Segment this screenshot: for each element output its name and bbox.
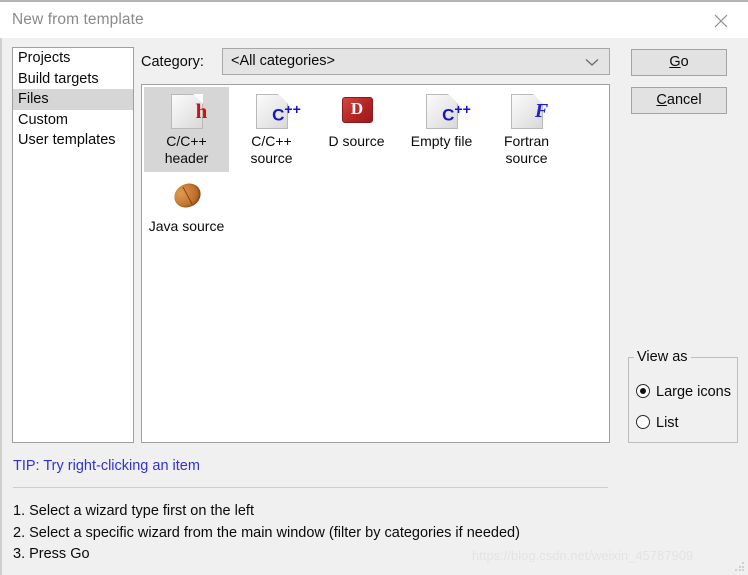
sidebar-item-build-targets[interactable]: Build targets — [13, 69, 133, 90]
fortran-source-file-icon: F — [507, 91, 547, 131]
radio-unselected-icon — [636, 415, 650, 429]
title-bar: New from template — [0, 0, 748, 38]
category-select[interactable]: <All categories> — [222, 48, 610, 75]
instruction-steps: 1. Select a wizard type first on the lef… — [13, 501, 520, 566]
instruction-step-1: 1. Select a wizard type first on the lef… — [13, 501, 520, 523]
sidebar-item-user-templates[interactable]: User templates — [13, 130, 133, 151]
go-button[interactable]: Go — [631, 49, 727, 76]
radio-selected-icon — [636, 384, 650, 398]
cancel-button[interactable]: Cancel — [631, 87, 727, 114]
template-type-list[interactable]: Projects Build targets Files Custom User… — [12, 47, 134, 443]
cpp-source-file-icon: C++ — [252, 91, 292, 131]
instruction-step-2: 2. Select a specific wizard from the mai… — [13, 523, 520, 545]
template-item-c-cpp-header[interactable]: h C/C++ header — [144, 87, 229, 172]
template-item-empty-file[interactable]: C++ Empty file — [399, 87, 484, 172]
d-source-file-icon: D — [337, 91, 377, 131]
java-source-file-icon — [167, 176, 207, 216]
template-icon-panel[interactable]: h C/C++ header C++ C/C++ source D D sour… — [141, 84, 610, 443]
empty-file-icon: C++ — [422, 91, 462, 131]
template-item-label: Empty file — [399, 133, 484, 150]
close-icon — [714, 14, 728, 28]
category-label: Category: — [141, 54, 204, 70]
template-icon-grid: h C/C++ header C++ C/C++ source D D sour… — [144, 87, 609, 240]
new-from-template-dialog: New from template Projects Build targets… — [0, 0, 748, 575]
sidebar-item-projects[interactable]: Projects — [13, 48, 133, 69]
go-button-accel: G — [669, 54, 680, 70]
page-title: New from template — [12, 11, 144, 29]
template-item-label: C/C++ header — [144, 133, 229, 167]
category-selected-value: <All categories> — [231, 53, 335, 69]
window-left-edge — [0, 38, 2, 575]
tip-text: TIP: Try right-clicking an item — [13, 458, 200, 474]
template-item-c-cpp-source[interactable]: C++ C/C++ source — [229, 87, 314, 172]
radio-large-icons-label: Large icons — [656, 384, 731, 400]
sidebar-item-files[interactable]: Files — [13, 89, 133, 110]
go-button-label: o — [681, 54, 689, 70]
divider — [13, 487, 608, 488]
template-item-d-source[interactable]: D D source — [314, 87, 399, 172]
cancel-button-accel: C — [656, 92, 666, 108]
cancel-button-label: ancel — [667, 92, 702, 108]
template-item-fortran-source[interactable]: F Fortran source — [484, 87, 569, 172]
template-item-java-source[interactable]: Java source — [144, 172, 229, 240]
close-button[interactable] — [702, 6, 742, 36]
template-item-label: C/C++ source — [229, 133, 314, 167]
sidebar-item-custom[interactable]: Custom — [13, 110, 133, 131]
radio-list-label: List — [656, 415, 679, 431]
radio-list[interactable]: List — [636, 415, 679, 431]
chevron-down-icon — [585, 58, 599, 67]
c-header-file-icon: h — [167, 91, 207, 131]
resize-grip-icon — [735, 562, 745, 572]
template-item-label: Java source — [144, 218, 229, 235]
template-item-label: D source — [314, 133, 399, 150]
instruction-step-3: 3. Press Go — [13, 544, 520, 566]
radio-large-icons[interactable]: Large icons — [636, 384, 731, 400]
template-item-label: Fortran source — [484, 133, 569, 167]
view-as-group-title: View as — [634, 349, 691, 365]
